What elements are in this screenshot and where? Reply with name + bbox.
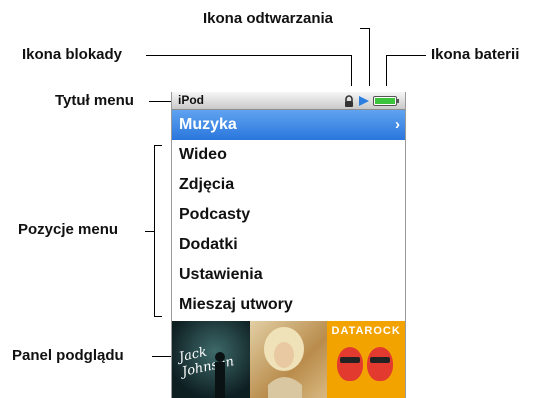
- menu-item-label: Muzyka: [179, 116, 237, 133]
- menu-item-extras[interactable]: Dodatki: [172, 230, 405, 260]
- menu-item-photos[interactable]: Zdjęcia: [172, 170, 405, 200]
- menu-title-callout: Tytuł menu: [55, 92, 134, 109]
- battery-icon-callout: Ikona baterii: [431, 46, 520, 63]
- menu-list: Muzyka › Wideo Zdjęcia Podcasty Dodatki …: [172, 110, 405, 320]
- face-right: [367, 347, 394, 381]
- menu-item-video[interactable]: Wideo: [172, 140, 405, 170]
- battery-leader-h: [386, 55, 426, 56]
- playback-leader-v: [369, 28, 370, 86]
- chevron-right-icon: ›: [395, 116, 400, 133]
- lock-leader-h: [146, 55, 351, 56]
- menu-items-callout: Pozycje menu: [18, 221, 119, 238]
- menu-item-label: Zdjęcia: [179, 176, 235, 193]
- menu-items-leader: [145, 231, 154, 232]
- menu-item-settings[interactable]: Ustawienia: [172, 260, 405, 290]
- menu-item-label: Wideo: [179, 146, 227, 163]
- lock-icon-callout: Ikona blokady: [22, 46, 123, 63]
- preview-panel: Jack Johnson DATAROCK: [172, 321, 405, 398]
- figure-silhouette: [215, 352, 225, 398]
- menu-item-label: Dodatki: [179, 236, 238, 253]
- menu-item-label: Ustawienia: [179, 266, 263, 283]
- album-art-2: [249, 321, 328, 398]
- preview-panel-callout: Panel podglądu: [12, 347, 124, 364]
- preview-leader: [152, 356, 171, 357]
- menu-items-bracket-bottom: [154, 316, 162, 317]
- menu-items-bracket-top: [154, 145, 162, 146]
- ipod-screen: iPod Muzyka › Wideo Zdjęcia Podcasty Dod…: [171, 92, 406, 398]
- menu-item-podcasts[interactable]: Podcasty: [172, 200, 405, 230]
- battery-leader-v: [386, 55, 387, 86]
- playback-icon-callout: Ikona odtwarzania: [203, 10, 334, 27]
- glasses-right: [370, 357, 391, 363]
- menu-item-label: Podcasty: [179, 206, 251, 223]
- glasses-left: [340, 357, 361, 363]
- portrait-figure: [263, 327, 304, 398]
- lock-leader-v: [351, 55, 352, 86]
- menu-items-bracket-v: [154, 145, 155, 317]
- face-left: [337, 347, 364, 381]
- lock-icon: [345, 95, 353, 107]
- menu-item-shuffle-songs[interactable]: Mieszaj utwory: [172, 290, 405, 320]
- play-icon: [359, 96, 369, 106]
- menu-title: iPod: [178, 93, 204, 107]
- menu-item-music[interactable]: Muzyka ›: [172, 110, 405, 140]
- album-art-3-text: DATAROCK: [331, 325, 401, 337]
- menu-item-label: Mieszaj utwory: [179, 296, 293, 313]
- album-art-1: Jack Johnson: [172, 321, 250, 398]
- title-bar: iPod: [172, 92, 405, 110]
- battery-icon: [373, 96, 399, 106]
- menu-title-leader: [149, 101, 171, 102]
- album-art-3: DATAROCK: [327, 321, 405, 398]
